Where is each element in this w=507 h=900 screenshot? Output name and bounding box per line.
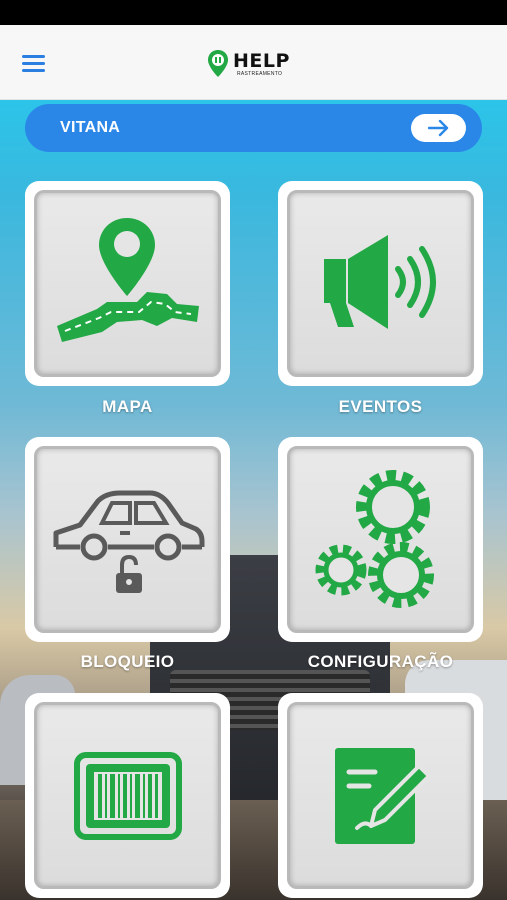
tile-label-bloqueio: BLOQUEIO xyxy=(80,652,175,671)
vehicle-name: VITANA xyxy=(60,119,121,136)
hamburger-menu-icon[interactable] xyxy=(22,55,48,75)
tile-mapa[interactable] xyxy=(25,181,230,386)
status-bar xyxy=(0,0,507,25)
tile-configuracao[interactable] xyxy=(278,437,483,642)
vehicle-next-button[interactable] xyxy=(411,114,466,142)
gears-icon xyxy=(315,469,434,608)
logo-text: HELP xyxy=(233,50,290,72)
logo-pin-icon xyxy=(208,50,228,77)
tile-label-configuracao: CONFIGURAÇÃO xyxy=(307,652,454,671)
map-pin-road-icon xyxy=(56,217,199,342)
tile-barcode[interactable] xyxy=(25,693,230,898)
megaphone-icon xyxy=(323,234,436,329)
arrow-right-icon xyxy=(428,119,449,137)
tile-label-mapa: MAPA xyxy=(102,397,153,416)
barcode-icon xyxy=(73,751,182,840)
tile-label-eventos: EVENTOS xyxy=(338,397,423,416)
car-lock-icon xyxy=(53,490,204,593)
help-logo: HELP RASTREAMENTO xyxy=(207,47,297,83)
tile-bloqueio[interactable] xyxy=(25,437,230,642)
tile-eventos[interactable] xyxy=(278,181,483,386)
logo-subtext: RASTREAMENTO xyxy=(237,71,283,77)
tile-notes[interactable] xyxy=(278,693,483,898)
note-edit-icon xyxy=(334,747,431,844)
vehicle-selector[interactable]: VITANA xyxy=(25,104,482,152)
app-header: HELP RASTREAMENTO xyxy=(0,25,507,100)
